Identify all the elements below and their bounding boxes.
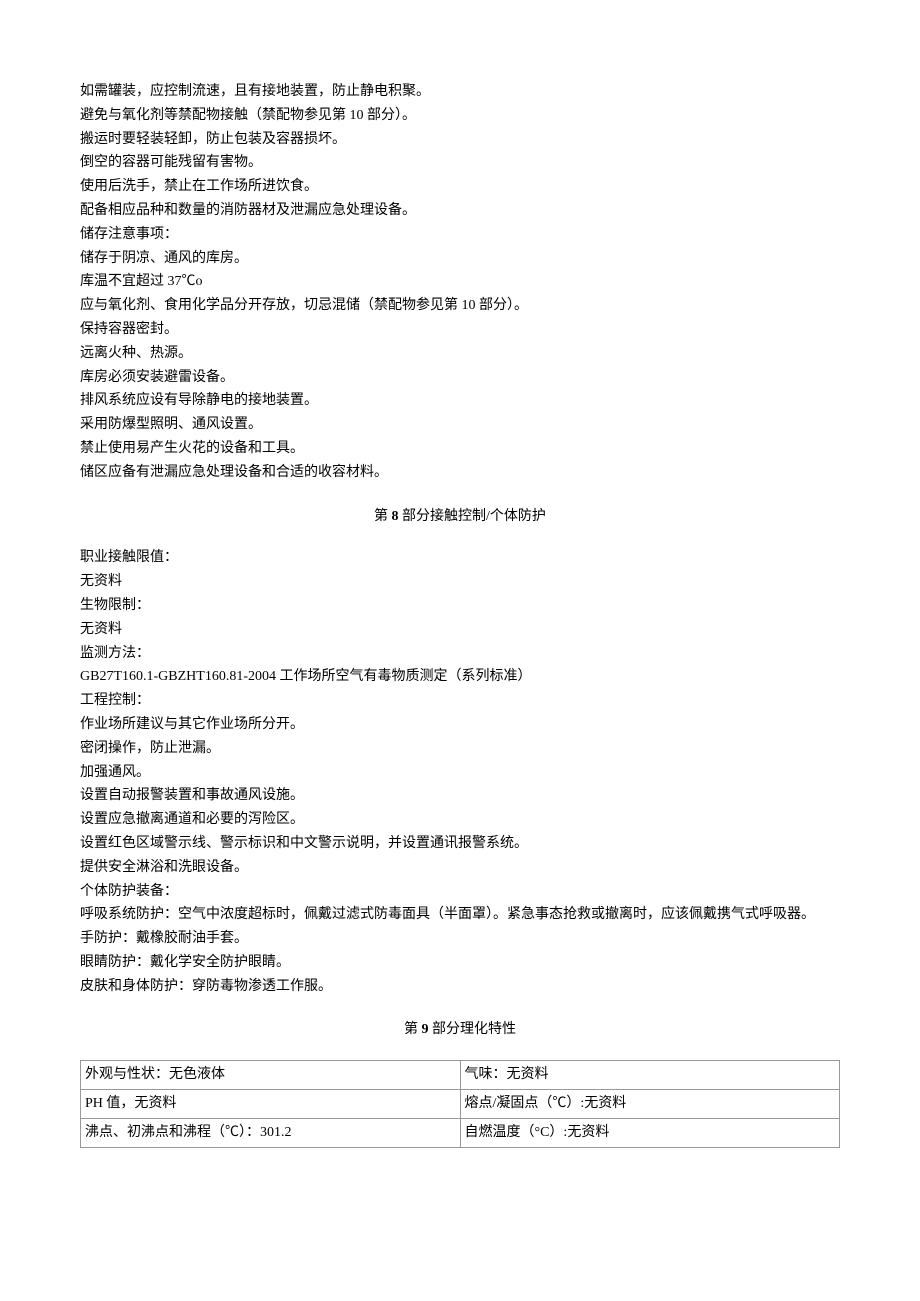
body-text: 储区应备有泄漏应急处理设备和合适的收容材料。 <box>80 461 840 485</box>
body-text: 设置红色区域警示线、警示标识和中文警示说明，并设置通讯报警系统。 <box>80 832 840 856</box>
body-text: 呼吸系统防护：空气中浓度超标时，佩戴过滤式防毒面具（半面罩）。紧急事态抢救或撤离… <box>80 903 840 927</box>
body-text: 远离火种、热源。 <box>80 342 840 366</box>
body-text: 加强通风。 <box>80 761 840 785</box>
body-text: 手防护：戴橡胶耐油手套。 <box>80 927 840 951</box>
body-text: 提供安全淋浴和洗眼设备。 <box>80 856 840 880</box>
body-text: 采用防爆型照明、通风设置。 <box>80 413 840 437</box>
section-8-heading: 第 8 部分接触控制/个体防护 <box>80 505 840 529</box>
table-cell: 气味：无资料 <box>460 1061 840 1090</box>
body-text: 避免与氧化剂等禁配物接触（禁配物参见第 10 部分）。 <box>80 104 840 128</box>
properties-table: 外观与性状：无色液体 气味：无资料 PH 值，无资料 熔点/凝固点（℃）:无资料… <box>80 1060 840 1147</box>
body-text: 使用后洗手，禁止在工作场所进饮食。 <box>80 175 840 199</box>
heading-number: 8 <box>392 509 399 524</box>
body-text: GB27T160.1-GBZHT160.81-2004 工作场所空气有毒物质测定… <box>80 665 840 689</box>
body-text: 储存注意事项： <box>80 223 840 247</box>
body-text: 生物限制： <box>80 594 840 618</box>
body-text: 皮肤和身体防护：穿防毒物渗透工作服。 <box>80 975 840 999</box>
body-text: 眼睛防护：戴化学安全防护眼睛。 <box>80 951 840 975</box>
body-text: 无资料 <box>80 570 840 594</box>
body-text: 作业场所建议与其它作业场所分开。 <box>80 713 840 737</box>
table-cell: 沸点、初沸点和沸程（℃）：301.2 <box>81 1118 461 1147</box>
heading-number: 9 <box>422 1022 429 1037</box>
body-text: 禁止使用易产生火花的设备和工具。 <box>80 437 840 461</box>
table-cell: 熔点/凝固点（℃）:无资料 <box>460 1090 840 1119</box>
table-cell: 自燃温度（°C）:无资料 <box>460 1118 840 1147</box>
heading-prefix: 第 <box>374 509 392 524</box>
table-row: 外观与性状：无色液体 气味：无资料 <box>81 1061 840 1090</box>
table-row: 沸点、初沸点和沸程（℃）：301.2 自燃温度（°C）:无资料 <box>81 1118 840 1147</box>
table-cell: PH 值，无资料 <box>81 1090 461 1119</box>
table-cell: 外观与性状：无色液体 <box>81 1061 461 1090</box>
body-text: 如需罐装，应控制流速，且有接地装置，防止静电积聚。 <box>80 80 840 104</box>
heading-suffix: 部分接触控制/个体防护 <box>399 509 546 524</box>
body-text: 搬运时要轻装轻卸，防止包装及容器损坏。 <box>80 128 840 152</box>
section-8-body: 职业接触限值： 无资料 生物限制： 无资料 监测方法： GB27T160.1-G… <box>80 546 840 998</box>
body-text: 库温不宜超过 37℃o <box>80 270 840 294</box>
heading-suffix: 部分理化特性 <box>429 1022 517 1037</box>
body-text: 设置自动报警装置和事故通风设施。 <box>80 784 840 808</box>
handling-storage-section: 如需罐装，应控制流速，且有接地装置，防止静电积聚。 避免与氧化剂等禁配物接触（禁… <box>80 80 840 485</box>
section-9-heading: 第 9 部分理化特性 <box>80 1018 840 1042</box>
body-text: 设置应急撤离通道和必要的泻险区。 <box>80 808 840 832</box>
body-text: 无资料 <box>80 618 840 642</box>
body-text: 库房必须安装避雷设备。 <box>80 366 840 390</box>
heading-prefix: 第 <box>404 1022 422 1037</box>
body-text: 倒空的容器可能残留有害物。 <box>80 151 840 175</box>
body-text: 储存于阴凉、通风的库房。 <box>80 247 840 271</box>
body-text: 密闭操作，防止泄漏。 <box>80 737 840 761</box>
body-text: 监测方法： <box>80 642 840 666</box>
body-text: 职业接触限值： <box>80 546 840 570</box>
body-text: 应与氧化剂、食用化学品分开存放，切忌混储（禁配物参见第 10 部分）。 <box>80 294 840 318</box>
body-text: 配备相应品种和数量的消防器材及泄漏应急处理设备。 <box>80 199 840 223</box>
table-row: PH 值，无资料 熔点/凝固点（℃）:无资料 <box>81 1090 840 1119</box>
body-text: 工程控制： <box>80 689 840 713</box>
body-text: 排风系统应设有导除静电的接地装置。 <box>80 389 840 413</box>
body-text: 保持容器密封。 <box>80 318 840 342</box>
body-text: 个体防护装备： <box>80 880 840 904</box>
